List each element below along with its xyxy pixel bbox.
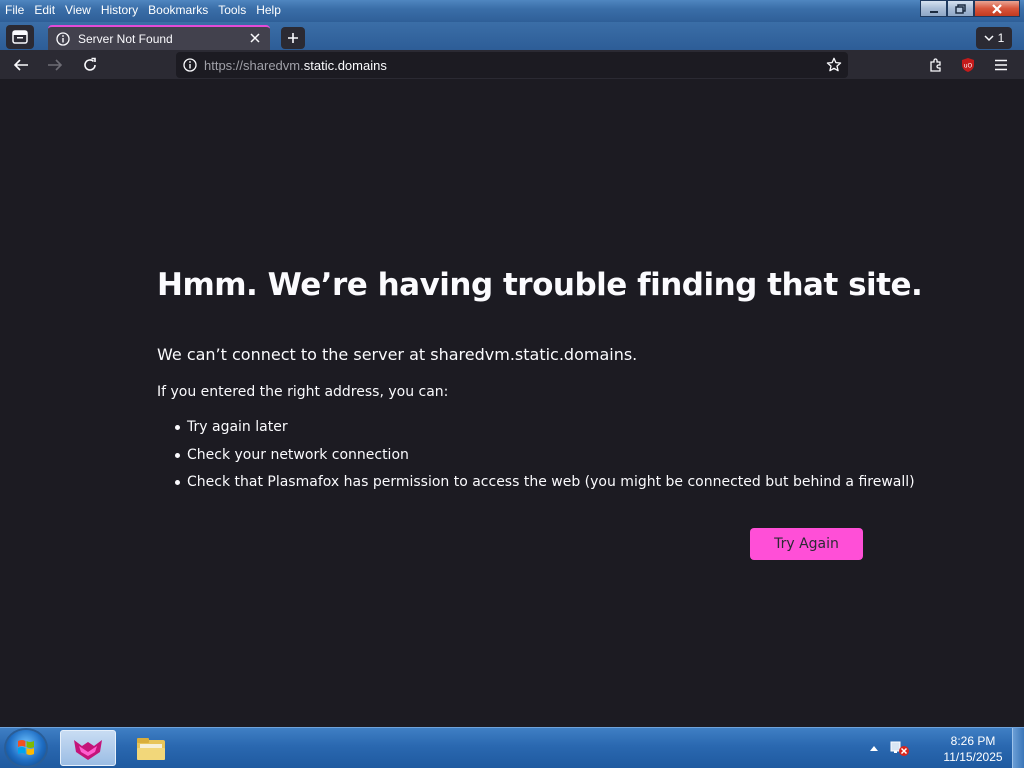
puzzle-icon <box>930 58 941 72</box>
network-status-button[interactable] <box>889 739 911 757</box>
star-icon <box>826 57 842 72</box>
taskbar-file-explorer[interactable] <box>123 730 179 766</box>
navigation-toolbar: https://sharedvm.static.domains uO <box>0 50 1024 79</box>
back-arrow-icon <box>13 59 28 71</box>
firefox-view-button[interactable] <box>6 25 34 49</box>
close-icon <box>250 32 260 43</box>
url-bar[interactable]: https://sharedvm.static.domains <box>176 52 848 78</box>
folder-icon <box>137 738 165 760</box>
window-controls <box>920 0 1020 17</box>
ublock-origin-button[interactable]: uO <box>955 53 981 77</box>
plus-icon <box>288 33 298 43</box>
show-desktop-button[interactable] <box>1012 728 1024 768</box>
minimize-button[interactable] <box>920 0 947 17</box>
tab-server-not-found[interactable]: Server Not Found <box>48 25 270 50</box>
reload-icon <box>84 57 96 71</box>
forward-button[interactable] <box>42 53 68 77</box>
suggestions-lead: If you entered the right address, you ca… <box>157 384 449 400</box>
url-text[interactable]: https://sharedvm.static.domains <box>204 58 387 73</box>
new-tab-button[interactable] <box>281 27 305 49</box>
error-description: We can’t connect to the server at shared… <box>157 345 638 364</box>
error-title: Hmm. We’re having trouble finding that s… <box>157 267 923 303</box>
network-disconnected-icon <box>890 741 909 756</box>
taskbar: 8:26 PM 11/15/2025 <box>0 727 1024 768</box>
back-button[interactable] <box>8 53 34 77</box>
site-info-button[interactable] <box>176 58 204 72</box>
menu-view[interactable]: View <box>60 1 96 19</box>
tab-title: Server Not Found <box>78 31 173 46</box>
try-again-button[interactable]: Try Again <box>750 528 863 560</box>
bookmark-star-button[interactable] <box>824 56 844 74</box>
menu-bookmarks[interactable]: Bookmarks <box>143 1 213 19</box>
system-clock[interactable]: 8:26 PM 11/15/2025 <box>934 733 1012 765</box>
list-item: Try again later <box>157 417 915 445</box>
menu-file[interactable]: File <box>0 1 29 19</box>
tab-count: 1 <box>997 31 1005 45</box>
show-hidden-icons-button[interactable] <box>866 740 882 756</box>
reload-button[interactable] <box>77 53 103 77</box>
suggestions-list: Try again later Check your network conne… <box>157 417 915 500</box>
list-all-tabs-button[interactable]: 1 <box>976 27 1012 49</box>
menu-tools[interactable]: Tools <box>213 1 251 19</box>
window-titlebar: File Edit View History Bookmarks Tools H… <box>0 0 1024 22</box>
restore-button[interactable] <box>947 0 974 17</box>
tab-strip: Server Not Found 1 <box>0 22 1024 50</box>
close-icon <box>992 3 1002 14</box>
start-button[interactable] <box>6 730 46 766</box>
forward-arrow-icon <box>48 59 63 71</box>
clock-time: 8:26 PM <box>950 734 996 748</box>
extensions-button[interactable] <box>923 53 949 77</box>
plasmafox-icon <box>74 740 102 760</box>
minimize-icon <box>929 10 938 13</box>
menu-help[interactable]: Help <box>251 1 286 19</box>
windows-logo-icon <box>18 740 34 755</box>
ublock-shield-icon: uO <box>962 58 974 72</box>
list-item: Check your network connection <box>157 445 915 473</box>
hamburger-menu-icon <box>995 59 1007 71</box>
close-window-button[interactable] <box>974 0 1020 17</box>
taskbar-browser[interactable] <box>60 730 116 766</box>
chevron-up-icon <box>870 746 878 751</box>
info-icon <box>183 58 197 72</box>
restore-icon <box>955 3 966 14</box>
chevron-down-icon <box>984 35 994 42</box>
page-content: Hmm. We’re having trouble finding that s… <box>0 79 1024 727</box>
overview-icon <box>12 30 28 44</box>
list-item: Check that Plasmafox has permission to a… <box>157 472 915 500</box>
tab-close-button[interactable] <box>248 31 262 47</box>
menu-bar: File Edit View History Bookmarks Tools H… <box>0 0 286 20</box>
svg-text:uO: uO <box>964 63 973 70</box>
menu-history[interactable]: History <box>96 1 143 19</box>
menu-edit[interactable]: Edit <box>29 1 60 19</box>
info-icon <box>56 31 70 46</box>
clock-date: 11/15/2025 <box>943 750 1003 764</box>
app-menu-button[interactable] <box>988 53 1014 77</box>
